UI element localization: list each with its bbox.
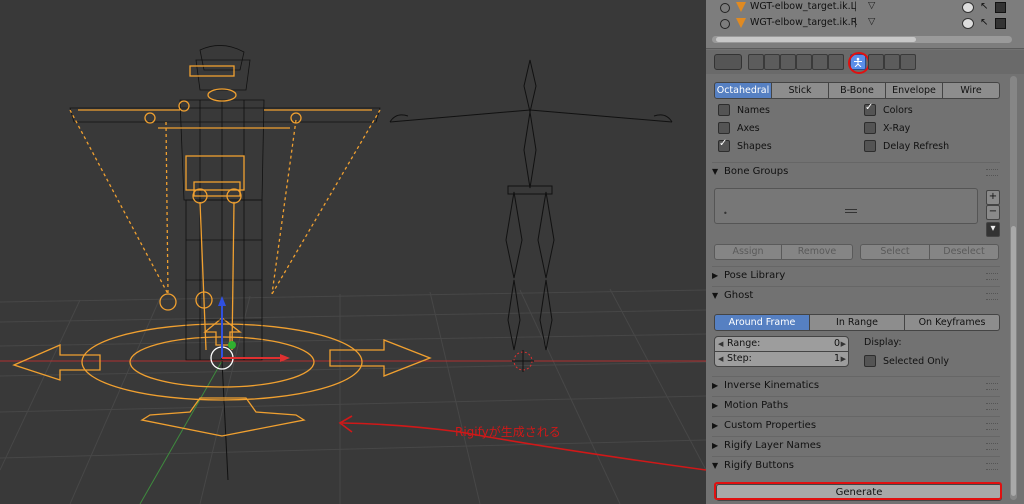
resize-grip-icon — [845, 209, 857, 213]
custom-properties-header[interactable]: ▶ Custom Properties — [712, 416, 1000, 434]
decrement-arrow-icon: ◀ — [718, 340, 724, 348]
increment-arrow-icon: ▶ — [840, 340, 846, 348]
decrement-arrow-icon: ◀ — [718, 355, 724, 363]
render-icon[interactable] — [995, 18, 1006, 29]
mode-bbone[interactable]: B-Bone — [829, 82, 886, 99]
rigify-buttons-header[interactable]: ▼ Rigify Buttons — [712, 456, 1000, 474]
properties-tabbar — [706, 50, 1024, 74]
outliner-scrollbar[interactable] — [712, 36, 1012, 43]
selected-only-checkbox[interactable]: Selected Only — [864, 355, 949, 367]
material-tab-icon[interactable] — [884, 54, 900, 70]
generate-highlight — [714, 482, 1002, 500]
metarig-bones — [389, 59, 673, 351]
collapse-arrow-icon: ▼ — [712, 461, 719, 470]
properties-scrollbar[interactable] — [1010, 76, 1017, 500]
rigify-layer-names-header[interactable]: ▶ Rigify Layer Names — [712, 436, 1000, 454]
visibility-icon[interactable] — [962, 18, 974, 29]
mode-envelope[interactable]: Envelope — [886, 82, 943, 99]
outliner: WGT-elbow_target.ik.L | ▽ ↖ WGT-elbow_ta… — [706, 0, 1024, 49]
mesh-object-icon — [736, 18, 746, 28]
render-tab-icon[interactable] — [748, 54, 764, 70]
ghost-header[interactable]: ▼ Ghost — [712, 286, 1000, 304]
y-axis-line — [139, 360, 223, 504]
visibility-icon[interactable] — [962, 2, 974, 13]
outliner-row[interactable]: WGT-elbow_target.ik.L | ▽ ↖ — [706, 0, 1024, 16]
names-checkbox[interactable]: Names — [718, 104, 770, 116]
mesh-object-icon — [736, 2, 746, 12]
expand-arrow-icon: ▶ — [712, 381, 719, 390]
axes-checkbox[interactable]: Axes — [718, 122, 760, 134]
floor-grid — [0, 288, 706, 504]
step-field[interactable]: ◀ Step: 1 ▶ — [714, 351, 849, 367]
shapes-checkbox[interactable]: Shapes — [718, 138, 772, 152]
xray-checkbox[interactable]: X-Ray — [864, 122, 910, 134]
delay-refresh-checkbox[interactable]: Delay Refresh — [864, 140, 949, 152]
collapse-arrow-icon: ▼ — [712, 167, 719, 176]
bone-groups-list[interactable]: • — [714, 188, 978, 224]
assign-remove-row: Assign Remove — [714, 244, 853, 260]
assign-button[interactable]: Assign — [714, 244, 782, 260]
dot-icon: • — [723, 209, 728, 218]
display-label: Display: — [864, 337, 902, 348]
select-button[interactable]: Select — [860, 244, 930, 260]
collapse-arrow-icon: ▼ — [712, 291, 719, 300]
bone-groups-header[interactable]: ▼ Bone Groups — [712, 162, 1000, 180]
3d-viewport[interactable]: Rigifyが生成される — [0, 0, 706, 504]
modifier-icon: | — [854, 17, 858, 28]
select-deselect-row: Select Deselect — [860, 244, 999, 260]
expand-icon[interactable] — [720, 3, 730, 13]
ghost-on-keyframes[interactable]: On Keyframes — [905, 314, 1000, 331]
armature-properties: Octahedral Stick B-Bone Envelope Wire Na… — [706, 74, 1002, 504]
ghost-in-range[interactable]: In Range — [810, 314, 905, 331]
select-cursor-icon[interactable]: ↖ — [980, 17, 988, 28]
render-icon[interactable] — [995, 2, 1006, 13]
outliner-item-name[interactable]: WGT-elbow_target.ik.L — [750, 1, 856, 12]
ghost-around-frame[interactable]: Around Frame — [714, 314, 810, 331]
world-tab-icon[interactable] — [796, 54, 812, 70]
constraints-tab-icon[interactable] — [828, 54, 844, 70]
expand-arrow-icon: ▶ — [712, 421, 719, 430]
expand-arrow-icon: ▶ — [712, 401, 719, 410]
select-cursor-icon[interactable]: ↖ — [980, 1, 988, 12]
vertex-data-icon: ▽ — [868, 0, 876, 11]
outliner-item-name[interactable]: WGT-elbow_target.ik.R — [750, 17, 857, 28]
modifier-icon: | — [854, 1, 858, 12]
mode-stick[interactable]: Stick — [772, 82, 829, 99]
annotation-text: Rigifyが生成される — [455, 425, 561, 439]
remove-group-button[interactable]: − — [986, 205, 1000, 220]
character-mesh — [69, 45, 381, 361]
expand-arrow-icon: ▶ — [712, 441, 719, 450]
increment-arrow-icon: ▶ — [840, 355, 846, 363]
outliner-row[interactable]: WGT-elbow_target.ik.R | ▽ ↖ — [706, 16, 1024, 32]
viewport-scene — [0, 45, 706, 504]
properties-editor: WGT-elbow_target.ik.L | ▽ ↖ WGT-elbow_ta… — [706, 0, 1024, 504]
render-layers-tab-icon[interactable] — [764, 54, 780, 70]
pose-library-header[interactable]: ▶ Pose Library — [712, 266, 1000, 284]
mode-octahedral[interactable]: Octahedral — [714, 82, 772, 99]
highlight-ring — [848, 52, 870, 74]
motion-paths-header[interactable]: ▶ Motion Paths — [712, 396, 1000, 414]
display-mode-selector: Octahedral Stick B-Bone Envelope Wire — [714, 82, 1000, 99]
expand-icon[interactable] — [720, 19, 730, 29]
expand-arrow-icon: ▶ — [712, 271, 719, 280]
transform-manipulator — [210, 296, 290, 370]
colors-checkbox[interactable]: Colors — [864, 102, 913, 116]
selected-bones — [69, 65, 381, 351]
range-field[interactable]: ◀ Range: 0 ▶ — [714, 336, 849, 352]
remove-button[interactable]: Remove — [782, 244, 853, 260]
add-group-button[interactable]: + — [986, 190, 1000, 205]
object-tab-icon[interactable] — [812, 54, 828, 70]
group-specials-button[interactable]: ▾ — [986, 222, 1000, 237]
bone-tab-icon[interactable] — [868, 54, 884, 70]
texture-tab-icon[interactable] — [900, 54, 916, 70]
mode-wire[interactable]: Wire — [943, 82, 1000, 99]
deselect-button[interactable]: Deselect — [930, 244, 999, 260]
editor-type-dropdown[interactable] — [714, 54, 742, 70]
vertex-data-icon: ▽ — [868, 16, 876, 27]
ik-header[interactable]: ▶ Inverse Kinematics — [712, 376, 1000, 394]
scene-tab-icon[interactable] — [780, 54, 796, 70]
ghost-mode-selector: Around Frame In Range On Keyframes — [714, 314, 1000, 331]
